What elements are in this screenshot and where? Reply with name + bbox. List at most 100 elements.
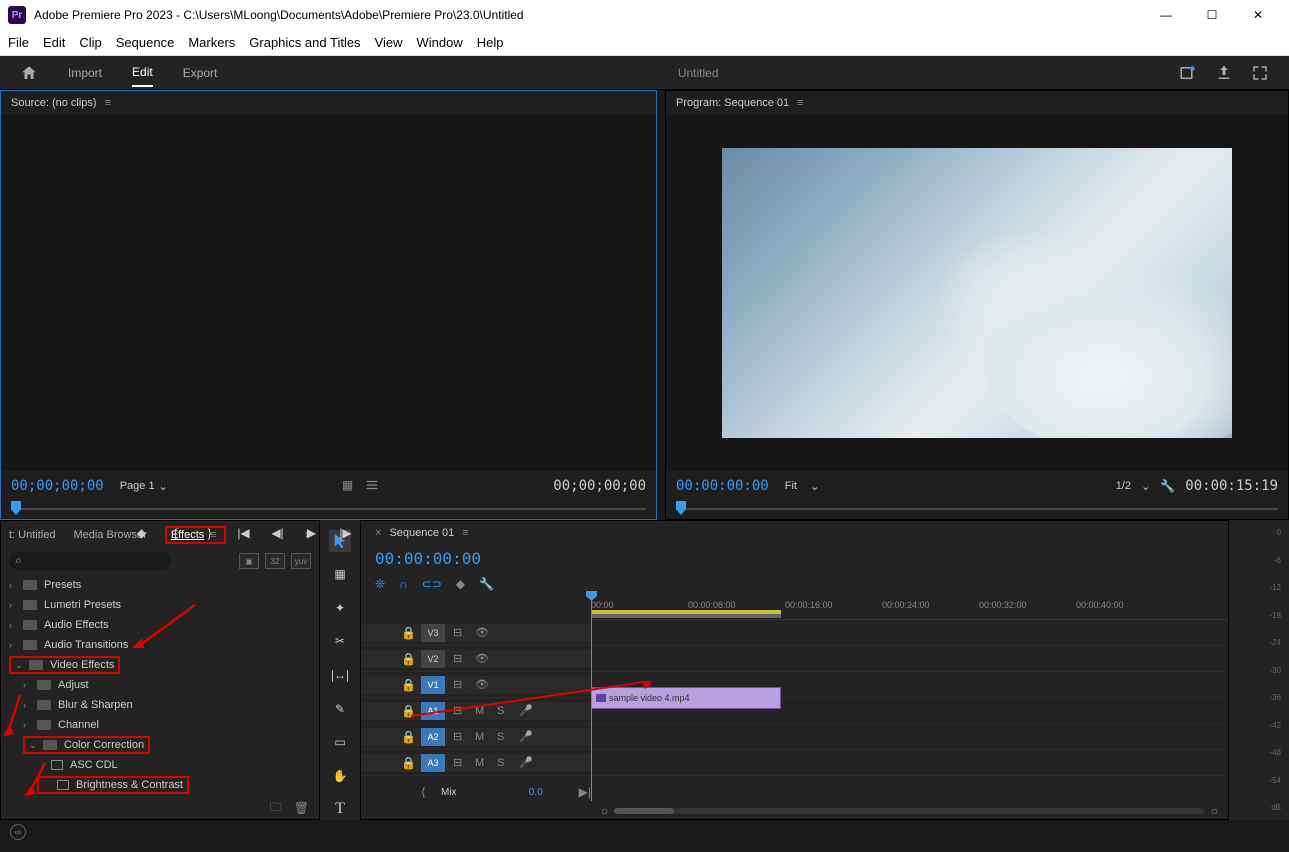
mark-out-icon[interactable]: } (202, 525, 218, 541)
delete-icon[interactable]: 🗑 (294, 801, 309, 815)
tree-item-lumetri-presets[interactable]: ›Lumetri Presets (1, 595, 319, 615)
sync-lock-icon[interactable]: ⊟ (453, 626, 467, 639)
mic-icon[interactable]: 🎤 (519, 704, 533, 717)
workspace-import[interactable]: Import (68, 60, 102, 86)
tree-item-brightness-contrast[interactable]: Brightness & Contrast (1, 775, 319, 795)
slip-tool-icon[interactable]: |↔| (329, 664, 351, 686)
panel-menu-icon[interactable] (462, 527, 472, 539)
clip[interactable]: sample video 4.mp4 (591, 687, 781, 709)
resolution-select[interactable]: 1/2 ⌄ (1116, 480, 1151, 493)
mic-icon[interactable]: 🎤 (519, 730, 533, 743)
solo-icon[interactable]: S (497, 705, 511, 717)
wrench-icon[interactable]: 🔧 (1160, 479, 1175, 493)
close-button[interactable]: ✕ (1235, 0, 1281, 30)
source-scrubber[interactable] (11, 501, 646, 517)
preset-filter-1[interactable]: ▣ (239, 553, 259, 569)
grid-icon[interactable]: ▦ (342, 478, 353, 495)
home-icon[interactable] (20, 64, 38, 82)
rect-tool-icon[interactable]: ▭ (329, 731, 351, 753)
track-select-tool-icon[interactable]: ▦ (329, 564, 351, 586)
lock-icon[interactable]: 🔒 (401, 626, 413, 640)
tree-item-adjust[interactable]: ›Adjust (1, 675, 319, 695)
track-a3[interactable]: 🔒 A3 ⊟ MS🎤 (361, 750, 1228, 776)
track-v1[interactable]: 🔒 V1 ⊟ 👁sample video 4.mp4 (361, 672, 1228, 698)
zoom-fit-select[interactable]: Fit ⌄ (785, 480, 820, 493)
tree-item-audio-transitions[interactable]: ›Audio Transitions (1, 635, 319, 655)
menu-clip[interactable]: Clip (79, 35, 101, 50)
mute-icon[interactable]: M (475, 705, 489, 717)
type-tool-icon[interactable]: T (329, 799, 351, 821)
hand-tool-icon[interactable]: ✋ (329, 765, 351, 787)
track-v2[interactable]: 🔒 V2 ⊟ 👁 (361, 646, 1228, 672)
tree-item-audio-effects[interactable]: ›Audio Effects (1, 615, 319, 635)
sync-lock-icon[interactable]: ⊟ (453, 652, 467, 665)
timeline-timecode[interactable]: 00:00:00:00 (361, 545, 1228, 572)
linked-icon[interactable]: ⊂⊃ (422, 577, 442, 591)
lock-icon[interactable]: 🔒 (401, 704, 413, 718)
track-label[interactable]: A2 (421, 728, 445, 746)
tree-item-blur-sharpen[interactable]: ›Blur & Sharpen (1, 695, 319, 715)
lock-icon[interactable]: 🔒 (401, 678, 413, 692)
snap-icon[interactable]: ❊ (375, 577, 385, 591)
step-back-icon[interactable]: ◀| (270, 525, 286, 541)
settings-icon[interactable] (365, 478, 379, 495)
source-page-select[interactable]: Page 1 ⌄ (120, 480, 168, 493)
preset-filter-3[interactable]: yuv (291, 553, 311, 569)
panel-menu-icon[interactable] (797, 97, 807, 109)
source-monitor[interactable] (1, 115, 656, 471)
track-label[interactable]: V3 (421, 624, 445, 642)
magnet-icon[interactable]: ∩ (399, 577, 408, 591)
track-a1[interactable]: 🔒 A1 ⊟ MS 🎤 (361, 698, 1228, 724)
workspace-edit[interactable]: Edit (132, 59, 153, 87)
menu-file[interactable]: File (8, 35, 29, 50)
track-label[interactable]: V2 (421, 650, 445, 668)
sequence-tab[interactable]: Sequence 01 (389, 527, 454, 539)
eye-icon[interactable]: 👁 (475, 652, 489, 665)
maximize-button[interactable]: ☐ (1189, 0, 1235, 30)
track-label[interactable]: A1 (421, 702, 445, 720)
tree-item-color-correction[interactable]: ⌄Color Correction (1, 735, 319, 755)
mute-icon[interactable]: M (475, 731, 489, 743)
sync-lock-icon[interactable]: ⊟ (453, 678, 467, 691)
new-bin-icon[interactable]: 🗀 (270, 798, 282, 819)
lock-icon[interactable]: 🔒 (401, 730, 413, 744)
tree-item-asc-cdl[interactable]: ASC CDL (1, 755, 319, 775)
sync-lock-icon[interactable]: ⊟ (453, 756, 467, 769)
tree-item-presets[interactable]: ›Presets (1, 575, 319, 595)
menu-graphics[interactable]: Graphics and Titles (249, 35, 360, 50)
workspace-export[interactable]: Export (183, 60, 218, 86)
marker-icon[interactable]: ◆ (456, 577, 465, 591)
timeline-ruler[interactable]: 00:00 00:00:08:00 00:00:16:00 00:00:24:0… (591, 596, 1228, 620)
menu-markers[interactable]: Markers (188, 35, 235, 50)
mix-value[interactable]: 0.0 (529, 787, 543, 798)
sync-lock-icon[interactable]: ⊟ (453, 730, 467, 743)
timeline-zoom[interactable]: ○ ○ (591, 803, 1228, 819)
solo-icon[interactable]: S (497, 757, 511, 769)
track-v3[interactable]: 🔒 V3 ⊟ 👁 (361, 620, 1228, 646)
share-icon[interactable] (1215, 64, 1233, 82)
menu-help[interactable]: Help (477, 35, 504, 50)
fullscreen-icon[interactable] (1251, 64, 1269, 82)
creative-cloud-icon[interactable]: ∞ (10, 824, 26, 840)
track-label[interactable]: V1 (421, 676, 445, 694)
menu-window[interactable]: Window (417, 35, 463, 50)
razor-tool-icon[interactable]: ✂ (329, 631, 351, 653)
mark-in-icon[interactable]: { (168, 525, 184, 541)
playhead[interactable] (591, 599, 592, 801)
mute-icon[interactable]: M (475, 757, 489, 769)
source-tc-in[interactable]: 00;00;00;00 (11, 478, 104, 494)
tree-item-channel[interactable]: ›Channel (1, 715, 319, 735)
lock-icon[interactable]: 🔒 (401, 652, 413, 666)
menu-sequence[interactable]: Sequence (116, 35, 175, 50)
add-marker-icon[interactable]: ◆ (134, 525, 150, 541)
minimize-button[interactable]: — (1143, 0, 1189, 30)
play-icon[interactable]: ▶ (304, 525, 320, 541)
pen-tool-icon[interactable]: ✎ (329, 698, 351, 720)
sync-lock-icon[interactable]: ⊟ (453, 704, 467, 717)
quick-export-icon[interactable] (1179, 64, 1197, 82)
mic-icon[interactable]: 🎤 (519, 756, 533, 769)
eye-icon[interactable]: 👁 (475, 678, 489, 691)
panel-menu-icon[interactable] (105, 97, 115, 109)
solo-icon[interactable]: S (497, 731, 511, 743)
program-tc-in[interactable]: 00:00:00:00 (676, 478, 769, 494)
